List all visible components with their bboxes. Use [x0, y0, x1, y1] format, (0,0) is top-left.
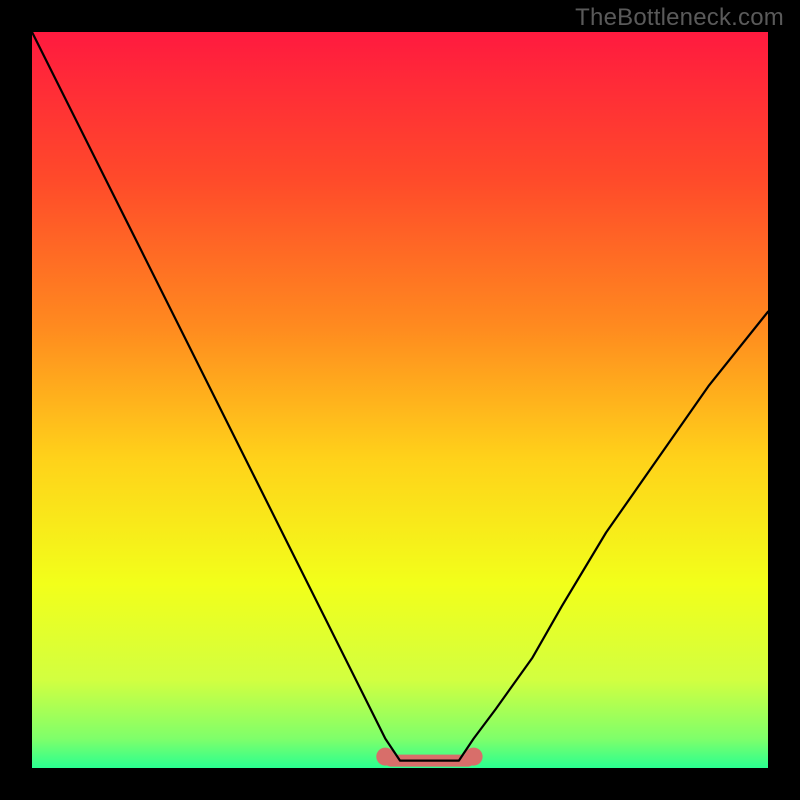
gradient-rect: [32, 32, 768, 768]
flat-region-cap-left: [376, 748, 394, 766]
watermark-label: TheBottleneck.com: [575, 4, 784, 32]
chart-svg: [32, 32, 768, 768]
chart-frame: TheBottleneck.com: [0, 0, 800, 800]
plot-area: [32, 32, 768, 768]
flat-region-cap-right: [465, 748, 483, 766]
